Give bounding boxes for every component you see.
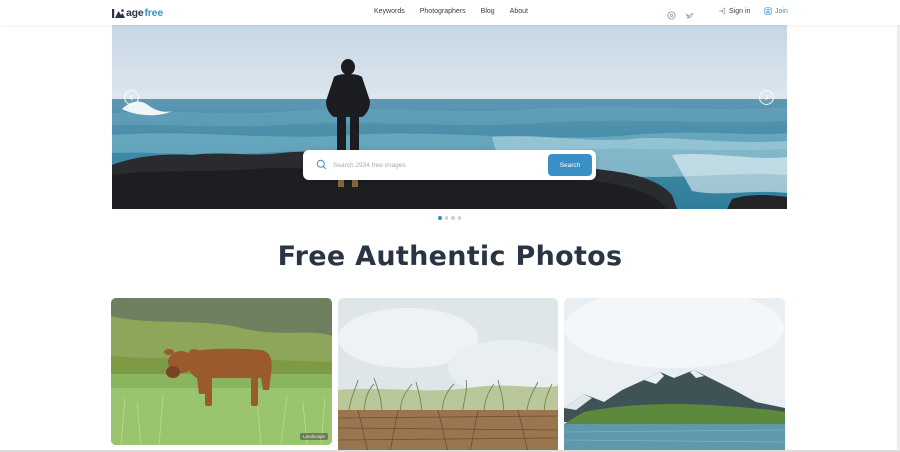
search-bar: Search bbox=[303, 150, 596, 180]
main-nav: Keywords Photographers Blog About bbox=[374, 8, 528, 15]
hero-carousel bbox=[112, 25, 787, 209]
search-button[interactable]: Search bbox=[548, 154, 592, 176]
photo-gallery: Landscape bbox=[111, 298, 789, 452]
globe-icon[interactable] bbox=[667, 7, 676, 20]
carousel-dot[interactable] bbox=[451, 216, 455, 220]
page-title: Free Authentic Photos bbox=[277, 241, 623, 272]
sign-in-link[interactable]: Sign in bbox=[718, 7, 750, 15]
carousel-next-button[interactable] bbox=[759, 90, 774, 105]
logo-text: age bbox=[126, 7, 144, 19]
nav-link-about[interactable]: About bbox=[510, 8, 528, 15]
mountain-logo-icon bbox=[112, 8, 125, 18]
join-link[interactable]: Join bbox=[764, 7, 788, 15]
search-input[interactable] bbox=[333, 158, 538, 172]
carousel-prev-button[interactable] bbox=[124, 90, 139, 105]
nav-link-photographers[interactable]: Photographers bbox=[420, 8, 466, 15]
user-icon bbox=[764, 7, 772, 15]
carousel-dot[interactable] bbox=[444, 216, 448, 220]
sign-in-label: Sign in bbox=[729, 7, 751, 15]
chevron-right-icon bbox=[765, 94, 769, 101]
carousel-dot[interactable] bbox=[457, 216, 461, 220]
chevron-left-icon bbox=[129, 94, 133, 101]
nav-link-keywords[interactable]: Keywords bbox=[374, 8, 405, 15]
site-logo[interactable]: age free bbox=[112, 6, 163, 20]
join-label: Join bbox=[775, 7, 788, 15]
gallery-photo-grass[interactable] bbox=[338, 298, 558, 452]
social-links bbox=[667, 7, 694, 20]
grass-photo bbox=[338, 298, 558, 452]
logo-text-accent: free bbox=[144, 7, 164, 19]
bird-icon[interactable] bbox=[685, 7, 694, 19]
search-icon bbox=[316, 159, 327, 170]
gallery-photo-mountain[interactable] bbox=[564, 298, 785, 452]
mountain-photo bbox=[564, 298, 785, 452]
hero-image bbox=[112, 25, 787, 209]
photo-tag[interactable]: Landscape bbox=[300, 433, 329, 440]
nav-link-blog[interactable]: Blog bbox=[481, 8, 495, 15]
carousel-dot[interactable] bbox=[438, 216, 442, 220]
cow-photo bbox=[111, 298, 332, 445]
gallery-photo-cow[interactable]: Landscape bbox=[111, 298, 332, 445]
sign-in-icon bbox=[719, 7, 726, 15]
site-header: age free Keywords Photographers Blog Abou… bbox=[0, 0, 900, 25]
carousel-indicators bbox=[438, 216, 461, 220]
